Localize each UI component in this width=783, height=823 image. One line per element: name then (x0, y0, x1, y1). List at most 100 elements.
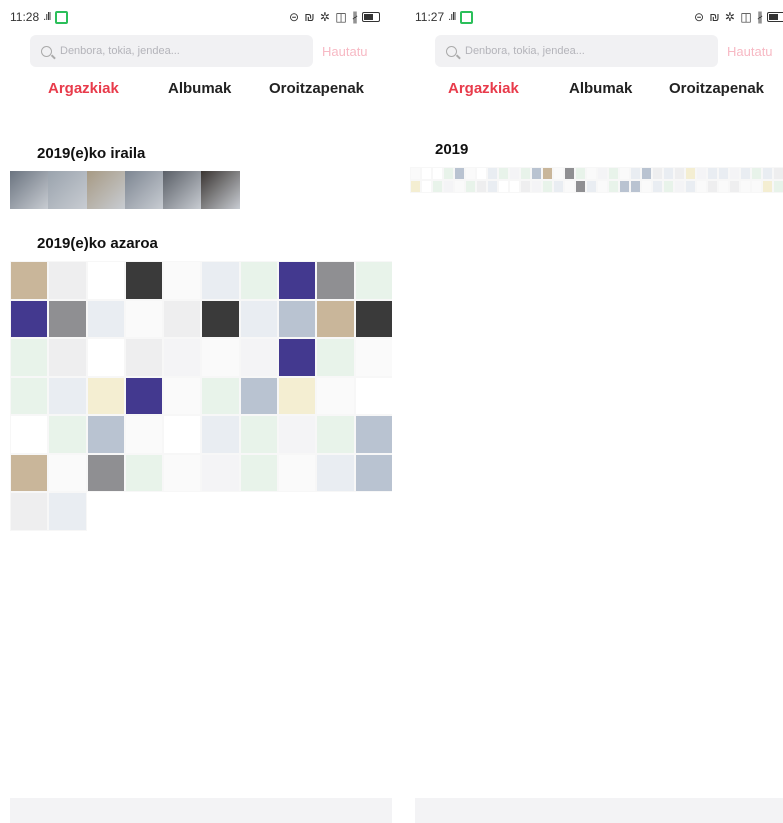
photo-thumbnail[interactable] (124, 415, 164, 454)
photo-thumbnail[interactable] (354, 415, 392, 454)
photo-thumbnail[interactable] (124, 453, 164, 492)
photo-thumbnail[interactable] (163, 415, 202, 454)
photo-thumbnail[interactable] (762, 180, 773, 193)
photo-thumbnail[interactable] (278, 338, 317, 377)
photo-thumbnail[interactable] (86, 376, 125, 415)
photo-thumbnail[interactable] (239, 299, 279, 338)
photo-thumbnail[interactable] (201, 261, 240, 300)
photo-thumbnail[interactable] (10, 376, 49, 415)
photo-thumbnail[interactable] (707, 180, 718, 193)
photo-thumbnail[interactable] (354, 453, 392, 492)
photo-thumbnail[interactable] (619, 180, 630, 193)
photo-thumbnail[interactable] (531, 180, 542, 193)
photo-thumbnail[interactable] (163, 453, 202, 492)
photo-thumbnail[interactable] (630, 167, 641, 180)
photo-thumbnail[interactable] (278, 453, 317, 492)
photo-thumbnail[interactable] (86, 453, 125, 492)
photo-thumbnail[interactable] (421, 167, 432, 180)
photo-thumbnail[interactable] (278, 376, 317, 415)
photo-thumbnail[interactable] (239, 415, 279, 454)
photo-thumbnail[interactable] (316, 453, 355, 492)
photo-thumbnail[interactable] (586, 167, 597, 180)
photo-thumbnail[interactable] (354, 338, 392, 377)
photo-thumbnail[interactable] (10, 299, 49, 338)
photo-thumbnail[interactable] (201, 415, 240, 454)
search-input[interactable]: Denbora, tokia, jendea... (435, 35, 718, 67)
photo-thumbnail[interactable] (729, 167, 740, 180)
photo-thumbnail[interactable] (762, 167, 773, 180)
photo-thumbnail[interactable] (443, 180, 454, 193)
photo-thumbnail[interactable] (278, 415, 317, 454)
photo-thumbnail[interactable] (564, 167, 575, 180)
photo-thumbnail[interactable] (316, 415, 355, 454)
photo-thumbnail[interactable] (465, 180, 476, 193)
photo-thumbnail[interactable] (201, 299, 240, 338)
photo-thumbnail[interactable] (652, 167, 663, 180)
photo-thumbnail[interactable] (443, 167, 454, 180)
photo-thumbnail[interactable] (663, 180, 674, 193)
tab-photos[interactable]: Argazkiak (48, 80, 119, 97)
photo-thumbnail[interactable] (124, 171, 164, 209)
tab-albums[interactable]: Albumak (168, 80, 231, 97)
photo-thumbnail[interactable] (542, 180, 553, 193)
photo-thumbnail[interactable] (278, 261, 317, 300)
photo-thumbnail[interactable] (48, 492, 87, 531)
photo-thumbnail[interactable] (48, 261, 87, 300)
photo-thumbnail[interactable] (674, 167, 685, 180)
photo-thumbnail[interactable] (663, 167, 674, 180)
photo-thumbnail[interactable] (10, 171, 49, 209)
photo-thumbnail[interactable] (163, 171, 202, 209)
photo-thumbnail[interactable] (278, 299, 317, 338)
photo-thumbnail[interactable] (10, 492, 49, 531)
photo-thumbnail[interactable] (239, 338, 279, 377)
photo-thumbnail[interactable] (10, 415, 49, 454)
photo-thumbnail[interactable] (316, 338, 355, 377)
tab-photos[interactable]: Argazkiak (448, 80, 519, 97)
photo-thumbnail[interactable] (718, 167, 729, 180)
photo-thumbnail[interactable] (465, 167, 476, 180)
select-button[interactable]: Hautatu (727, 44, 773, 59)
photo-thumbnail[interactable] (354, 376, 392, 415)
photo-thumbnail[interactable] (674, 180, 685, 193)
photo-thumbnail[interactable] (718, 180, 729, 193)
photo-thumbnail[interactable] (498, 167, 509, 180)
tab-memories[interactable]: Oroitzapenak (269, 80, 364, 97)
photo-thumbnail[interactable] (201, 453, 240, 492)
photo-thumbnail[interactable] (729, 180, 740, 193)
photo-thumbnail[interactable] (86, 299, 125, 338)
photo-thumbnail[interactable] (163, 376, 202, 415)
photo-thumbnail[interactable] (509, 167, 520, 180)
photo-thumbnail[interactable] (48, 453, 87, 492)
photo-thumbnail[interactable] (201, 171, 240, 209)
photo-thumbnail[interactable] (239, 376, 279, 415)
photo-thumbnail[interactable] (124, 261, 164, 300)
photo-thumbnail[interactable] (685, 180, 696, 193)
photo-thumbnail[interactable] (316, 299, 355, 338)
photo-thumbnail[interactable] (432, 167, 443, 180)
photo-thumbnail[interactable] (201, 376, 240, 415)
photo-thumbnail[interactable] (630, 180, 641, 193)
photo-thumbnail[interactable] (454, 167, 465, 180)
photo-thumbnail[interactable] (608, 180, 619, 193)
photo-thumbnail[interactable] (48, 415, 87, 454)
photo-thumbnail[interactable] (531, 167, 542, 180)
photo-thumbnail[interactable] (410, 167, 421, 180)
photo-thumbnail[interactable] (773, 180, 783, 193)
photo-thumbnail[interactable] (432, 180, 443, 193)
photo-thumbnail[interactable] (201, 338, 240, 377)
photo-thumbnail[interactable] (520, 167, 531, 180)
photo-thumbnail[interactable] (696, 167, 707, 180)
photo-thumbnail[interactable] (641, 180, 652, 193)
photo-thumbnail[interactable] (454, 180, 465, 193)
photo-thumbnail[interactable] (421, 180, 432, 193)
photo-thumbnail[interactable] (608, 167, 619, 180)
photo-thumbnail[interactable] (597, 167, 608, 180)
photo-thumbnail[interactable] (685, 167, 696, 180)
photo-thumbnail[interactable] (487, 180, 498, 193)
photo-thumbnail[interactable] (354, 299, 392, 338)
photo-thumbnail[interactable] (542, 167, 553, 180)
photo-thumbnail[interactable] (354, 261, 392, 300)
photo-thumbnail[interactable] (48, 338, 87, 377)
photo-thumbnail[interactable] (509, 180, 520, 193)
photo-thumbnail[interactable] (86, 261, 125, 300)
